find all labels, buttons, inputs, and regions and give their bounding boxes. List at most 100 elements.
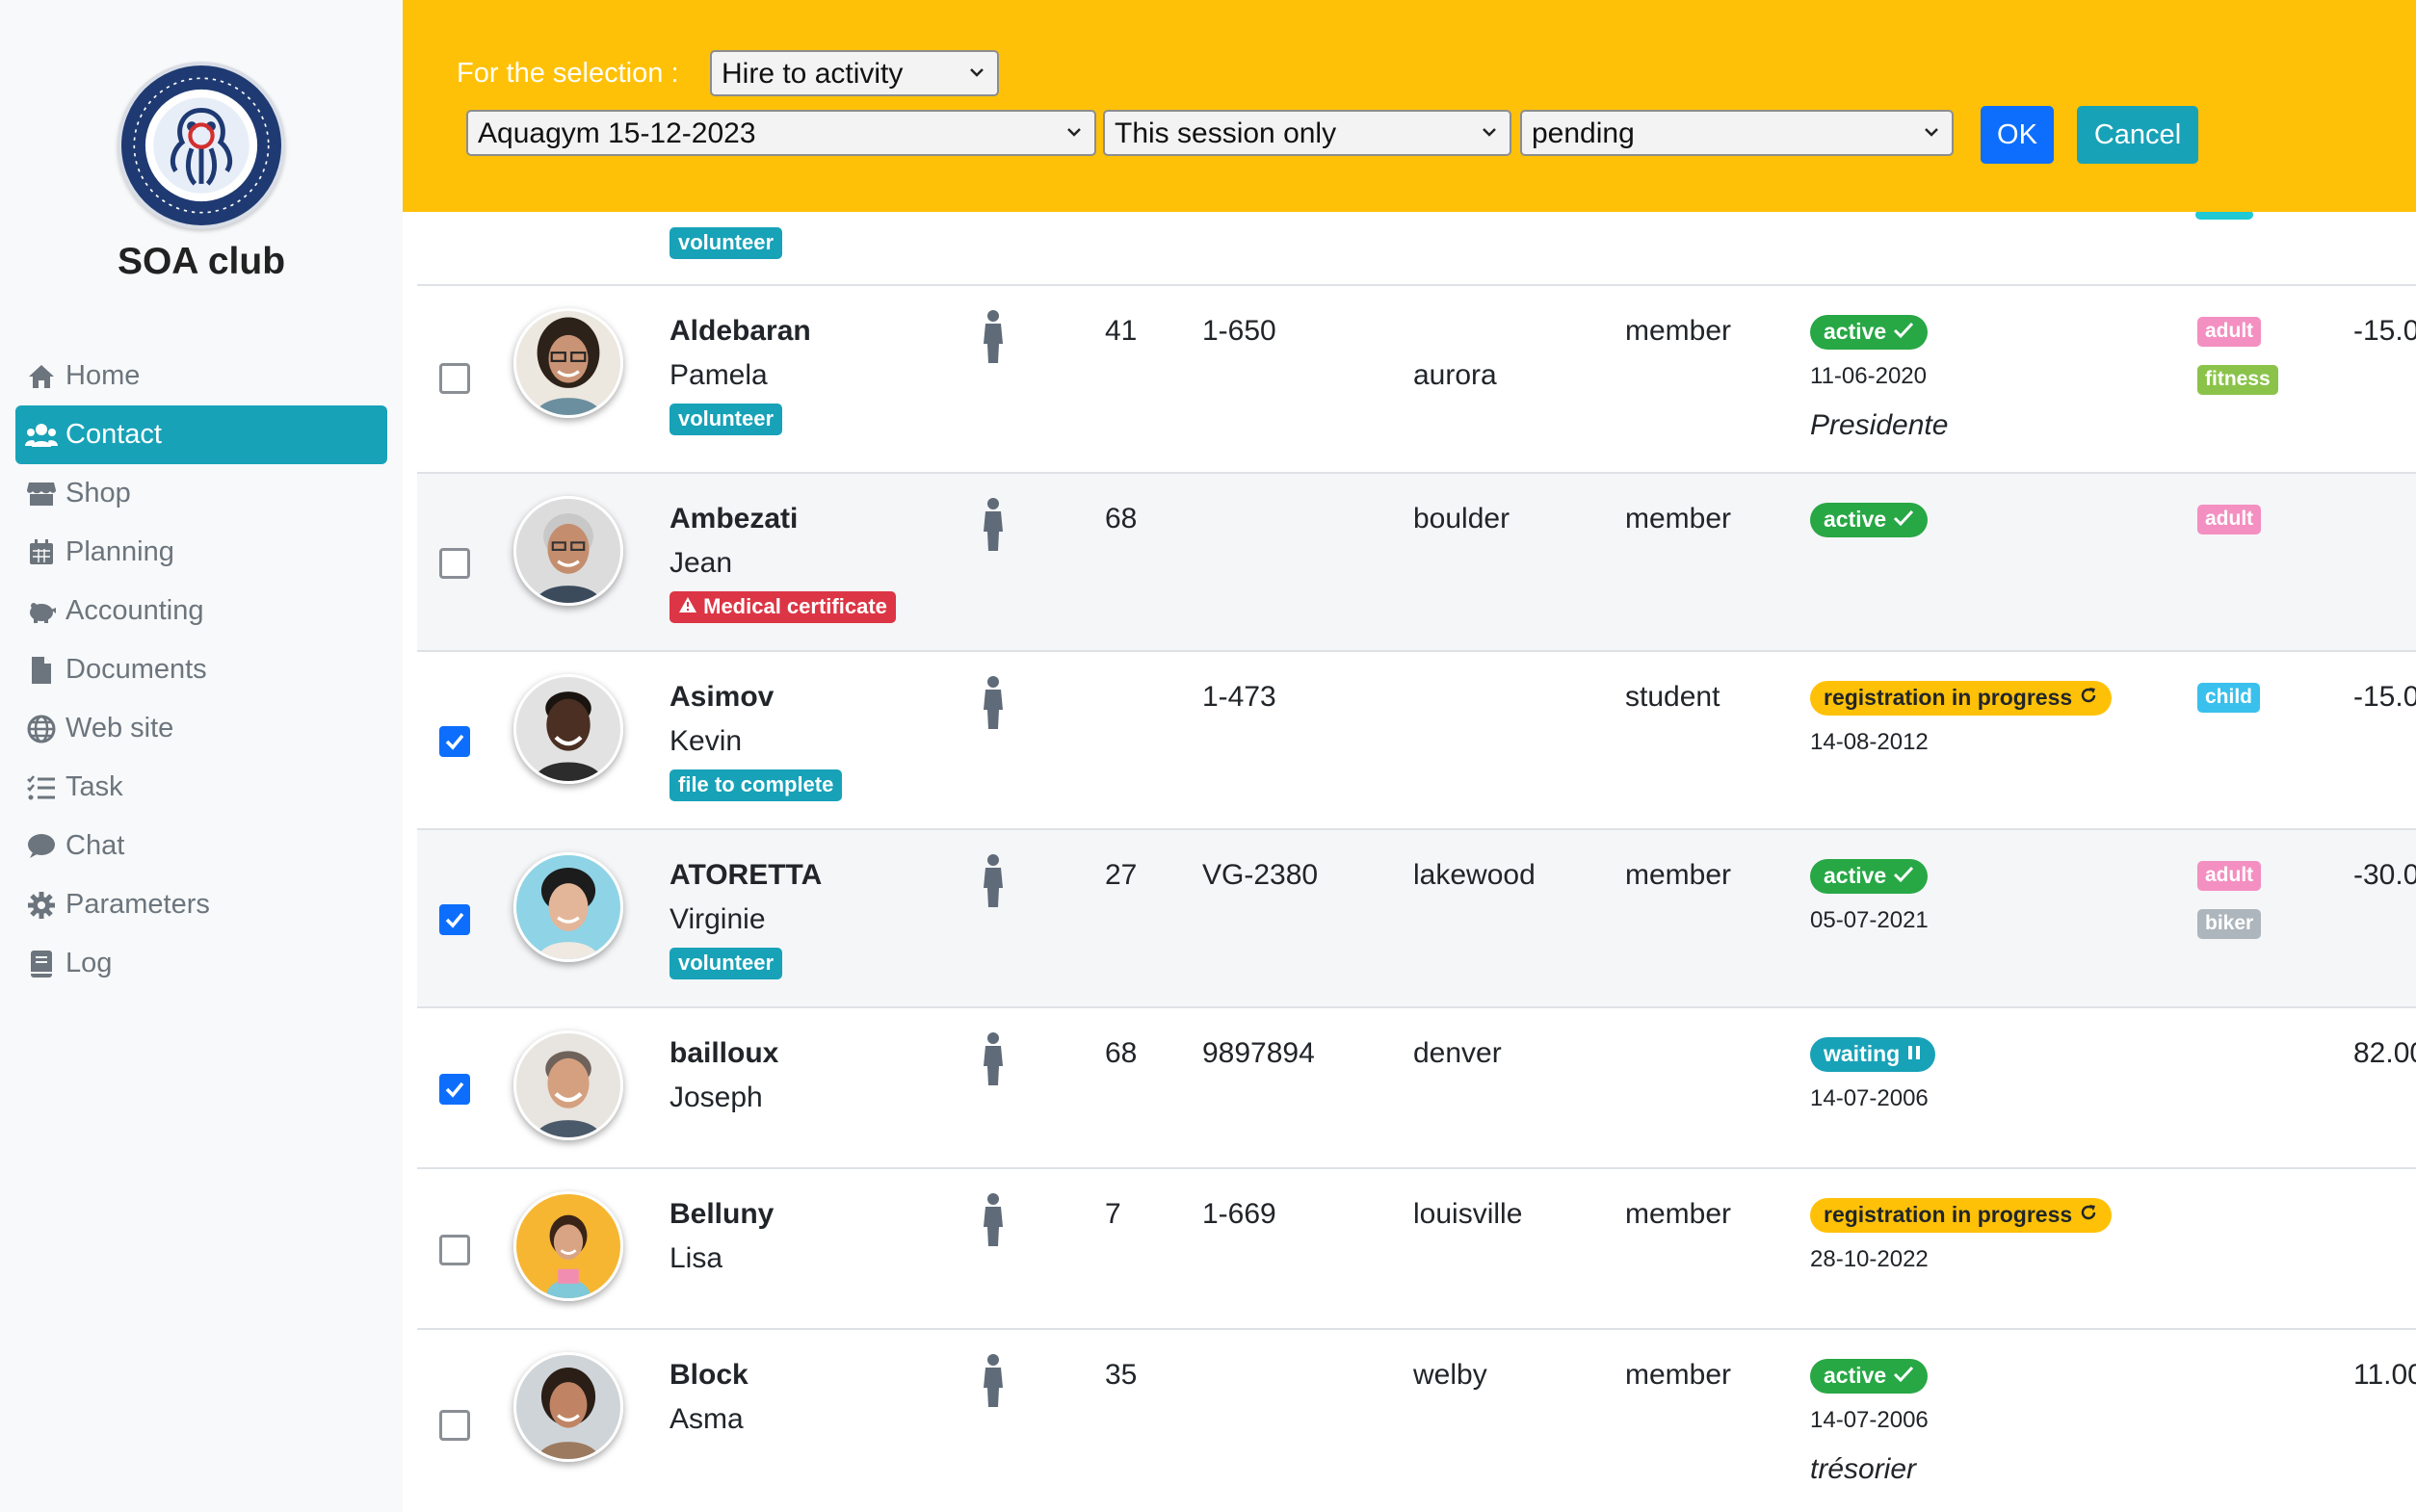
calendar-icon [25, 538, 58, 567]
sidebar-item-label: Accounting [66, 595, 204, 626]
sidebar-item-parameters[interactable]: Parameters [15, 875, 387, 934]
sidebar-item-log[interactable]: Log [15, 934, 387, 993]
book-icon [25, 950, 58, 978]
club-logo-image [122, 66, 280, 224]
contact-first-name: Kevin [670, 725, 743, 757]
row-checkbox[interactable] [439, 1235, 470, 1265]
users-icon [25, 421, 58, 450]
sidebar-item-label: Chat [66, 830, 125, 861]
contact-last-name[interactable]: Belluny [670, 1198, 774, 1231]
club-logo[interactable] [118, 62, 285, 229]
row-checkbox-checked[interactable] [439, 726, 470, 757]
club-name: SOA club [117, 241, 286, 282]
sidebar-item-shop[interactable]: Shop [15, 464, 387, 523]
table-row[interactable]: Asimov Kevin file to complete 1-473 stud… [417, 652, 2416, 830]
contact-date: 11-06-2020 [1810, 363, 1927, 389]
sidebar-item-label: Shop [66, 478, 131, 508]
sidebar-item-label: Log [66, 948, 113, 978]
person-icon [984, 1354, 1003, 1407]
sidebar-item-label: Contact [66, 419, 162, 450]
check-icon [1893, 509, 1913, 527]
ok-button[interactable]: OK [1981, 106, 2054, 164]
contact-first-name: Jean [670, 547, 733, 579]
status-select-value: pending [1532, 117, 1635, 149]
sidebar-item-task[interactable]: Task [15, 758, 387, 817]
status-label: active [1824, 863, 1887, 888]
contact-last-name[interactable]: ATORETTA [670, 859, 822, 892]
contact-last-name[interactable]: Block [670, 1359, 748, 1392]
contact-amount: -30.00 [2353, 859, 2416, 891]
table-row[interactable]: ATORETTA Virginie volunteer 27 VG-2380 l… [417, 830, 2416, 1008]
contact-city: aurora [1413, 359, 1497, 391]
check-icon [1893, 322, 1913, 339]
row-checkbox-checked[interactable] [439, 904, 470, 935]
status-label: active [1824, 319, 1887, 344]
activity-select-value: Aquagym 15-12-2023 [478, 117, 756, 149]
chevron-down-icon [1067, 128, 1081, 137]
checkmark-icon [445, 912, 464, 928]
piggy-bank-icon [25, 597, 58, 626]
contact-age: 41 [1105, 315, 1138, 347]
status-select[interactable]: pending [1520, 110, 1954, 156]
avatar [513, 1030, 623, 1140]
table-row[interactable]: bailloux Joseph 68 9897894 denver waitin… [417, 1008, 2416, 1169]
contact-number: 1-473 [1202, 681, 1276, 713]
row-checkbox[interactable] [439, 548, 470, 579]
sidebar-item-documents[interactable]: Documents [15, 640, 387, 699]
contact-first-name: Asma [670, 1403, 744, 1435]
contact-type: member [1625, 859, 1732, 891]
contact-date: 14-08-2012 [1810, 729, 1929, 755]
category-tag-fitness: fitness [2197, 365, 2278, 395]
status-badge: active [1810, 1359, 1928, 1394]
contact-amount: 82.00 [2353, 1037, 2416, 1069]
cancel-button[interactable]: Cancel [2077, 106, 2198, 164]
sidebar-item-home[interactable]: Home [15, 347, 387, 405]
status-label: waiting [1824, 1041, 1901, 1066]
avatar [513, 496, 623, 606]
row-checkbox[interactable] [439, 363, 470, 394]
contact-amount: -15.00 [2353, 315, 2416, 347]
person-icon [984, 1193, 1003, 1246]
sidebar-item-planning[interactable]: Planning [15, 523, 387, 582]
check-icon [1893, 866, 1913, 883]
contact-number: VG-2380 [1202, 859, 1319, 891]
category-tag-adult: adult [2197, 317, 2262, 347]
row-checkbox-checked[interactable] [439, 1074, 470, 1105]
contact-age: 35 [1105, 1359, 1138, 1391]
table-row[interactable]: Ambezati Jean Medical certificate 68 bou… [417, 474, 2416, 652]
contact-last-name[interactable]: bailloux [670, 1037, 778, 1070]
status-badge: active [1810, 859, 1928, 894]
home-icon [25, 362, 58, 391]
person-icon [984, 854, 1003, 907]
globe-icon [25, 715, 58, 743]
category-tag-child: child [2197, 683, 2261, 713]
sidebar: SOA club Home Contact Shop Planning Acco… [0, 0, 403, 1512]
gear-icon [25, 891, 58, 920]
chevron-down-icon [1925, 128, 1938, 137]
status-label: active [1824, 1363, 1887, 1388]
store-icon [25, 480, 58, 508]
chevron-down-icon [970, 68, 984, 77]
contact-tag: volunteer [670, 948, 783, 979]
status-label: registration in progress [1824, 1202, 2073, 1227]
row-checkbox[interactable] [439, 1410, 470, 1441]
pause-icon [1907, 1046, 1920, 1059]
table-row[interactable]: Block Asma 35 welby member active 14-07-… [417, 1330, 2416, 1512]
scope-select[interactable]: This session only [1103, 110, 1511, 156]
sidebar-item-website[interactable]: Web site [15, 699, 387, 758]
action-select[interactable]: Hire to activity [710, 50, 999, 96]
sidebar-item-chat[interactable]: Chat [15, 817, 387, 875]
contact-last-name[interactable]: Asimov [670, 681, 774, 714]
chat-icon [25, 832, 58, 861]
table-row[interactable]: Belluny Lisa 7 1-669 louisville member r… [417, 1169, 2416, 1330]
contact-date: 14-07-2006 [1810, 1085, 1929, 1111]
sidebar-item-accounting[interactable]: Accounting [15, 582, 387, 640]
activity-select[interactable]: Aquagym 15-12-2023 [466, 110, 1096, 156]
checkmark-icon [445, 1082, 464, 1098]
contact-number: 1-669 [1202, 1198, 1276, 1230]
table-row[interactable]: Aldebaran Pamela volunteer 41 1-650 auro… [417, 286, 2416, 474]
contact-last-name[interactable]: Aldebaran [670, 315, 811, 348]
contact-age: 27 [1105, 859, 1138, 891]
sidebar-item-contact[interactable]: Contact [15, 405, 387, 464]
contact-last-name[interactable]: Ambezati [670, 503, 798, 535]
